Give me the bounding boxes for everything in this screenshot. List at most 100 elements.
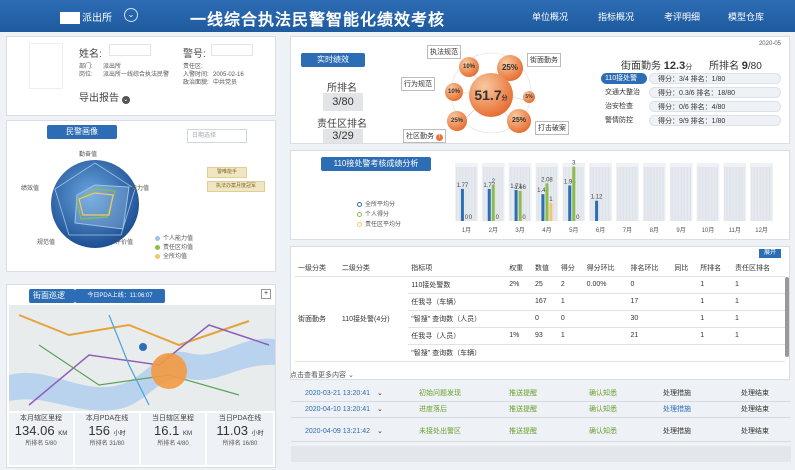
chart-bar[interactable] <box>541 194 545 221</box>
chart-hatch <box>485 167 487 221</box>
chart-hatch <box>566 167 568 221</box>
export-report-button[interactable]: 导出报告 ⌄ <box>79 89 130 104</box>
chart-bar[interactable] <box>491 184 495 221</box>
chart-hatch <box>512 167 514 221</box>
patrol-pda-online: 今日PDA上线：11:06:07 <box>75 289 165 303</box>
chart-hatch <box>509 167 511 221</box>
chart-hatch <box>631 167 633 221</box>
nav-model-library[interactable]: 模型仓库 <box>728 10 764 23</box>
chart-bar[interactable] <box>514 190 518 221</box>
post-label: 岗位: <box>79 72 93 78</box>
score-row-security-check[interactable]: 治安检查 得分：0/6 排名：4/80 <box>601 101 781 112</box>
score-row-110[interactable]: 110接处警 得分：3/4 排名：1/80 <box>601 73 781 84</box>
nav-evaluation-detail[interactable]: 考评明细 <box>664 10 700 23</box>
nav-indicator-overview[interactable]: 指标概况 <box>598 10 634 23</box>
chevron-down-icon[interactable]: ⌄ <box>124 8 138 22</box>
data-label: 1.77 <box>457 183 469 189</box>
patrol-title: 街面巡逻 <box>29 289 75 303</box>
bubble-crime-fighting[interactable]: 25% <box>507 109 531 133</box>
chart-hatch <box>763 167 765 221</box>
timeline-row[interactable]: 2020-03-21 13:20:41 ⌄ 初始问题发现 推送提醒 确认知悉 处… <box>291 386 791 402</box>
chart-hatch <box>524 167 526 221</box>
chart-hatch <box>628 167 630 221</box>
chart-hatch <box>645 167 647 221</box>
chart-hatch <box>621 167 623 221</box>
chart-hatch <box>579 167 581 221</box>
table-row[interactable]: 街面勤务 110接处警(4分) 110接处警数 2% 25 2 0.00% 0 1 1 <box>295 276 785 362</box>
bubble-law-enforcement[interactable]: 10% <box>459 57 479 77</box>
chart-hatch <box>733 167 735 221</box>
chart-hatch <box>617 167 618 221</box>
station-rank-value: 3/80 <box>323 93 363 111</box>
dept-value: 派出所 <box>103 64 122 70</box>
nav-unit-overview[interactable]: 单位概况 <box>532 10 568 23</box>
chart-hatch <box>646 167 648 221</box>
stat-month-pda: 本月PDA在线 156 小时 所排名 31/80 <box>75 413 139 465</box>
chart-hatch <box>709 167 711 221</box>
table-scrollbar[interactable] <box>785 277 789 357</box>
patrol-panel: 街面巡逻 今日PDA上线：11:06:07 + 本月辖区里程 134.06 KM… <box>6 284 276 468</box>
chart-panel: 110接处警考核成绩分析 全所平均分 个人得分 责任区平均分 1月 2月 3月 4月 5… <box>290 150 790 240</box>
bubble-other[interactable]: 5% <box>523 91 535 103</box>
chart-bar[interactable] <box>572 166 576 221</box>
bubble-community[interactable]: 25% <box>447 111 467 131</box>
badge-label: 警号: <box>183 49 206 60</box>
chart-bar[interactable] <box>568 185 572 221</box>
legend-dot-icon <box>155 253 160 259</box>
timeline-row[interactable]: 2020-04-09 13:21:42 ⌄ 未接处出警区 推送提醒 确认知悉 处… <box>291 422 791 442</box>
chart-hatch <box>739 167 741 221</box>
chart-hatch <box>630 167 632 221</box>
chart-hatch <box>701 167 703 221</box>
officer-location-marker[interactable] <box>139 343 147 351</box>
chart-hatch <box>618 167 620 221</box>
score-row-traffic[interactable]: 交通大整治 得分：0.3/6 排名：18/80 <box>601 87 781 98</box>
chart-hatch <box>706 167 708 221</box>
chart-hatch <box>752 167 754 221</box>
patrol-map[interactable] <box>9 305 275 411</box>
chart-hatch <box>457 167 459 221</box>
chart-hatch <box>475 167 477 221</box>
score-row-prevention[interactable]: 警情防控 得分：9/9 排名：1/80 <box>601 115 781 126</box>
chart-hatch <box>652 167 654 221</box>
unit-selector[interactable]: 派出所 <box>60 9 112 25</box>
portrait-title: 民警画像 <box>47 125 117 139</box>
chart-bar[interactable] <box>595 200 599 221</box>
timeline-footer <box>291 446 791 462</box>
chart-bar[interactable] <box>549 202 553 221</box>
performance-date: 2020-05 <box>758 41 781 47</box>
join-label: 入警时间: <box>183 72 209 78</box>
chart-bar[interactable] <box>545 183 549 221</box>
detail-table-panel: 展开 一级分类 二级分类 指标项 权重 数值 得分 得分环比 排名环比 同比 所排名 责任区排名 街… <box>290 246 790 380</box>
chart-bar[interactable] <box>460 188 464 221</box>
badge-value-mask <box>211 44 253 56</box>
chart-legend-personal: 个人得分 <box>357 209 389 218</box>
chart-bar[interactable] <box>487 188 491 221</box>
name-value-mask <box>109 44 151 56</box>
chart-hatch <box>672 167 674 221</box>
chart-hatch <box>704 167 706 221</box>
stat-month-mileage: 本月辖区里程 134.06 KM 所排名 5/80 <box>9 413 73 465</box>
chart-hatch <box>663 167 665 221</box>
chevron-down-icon: ⌄ <box>377 428 383 435</box>
party-label: 政治面貌: <box>183 80 209 86</box>
radar-axis-ability: 能力值 <box>131 186 150 192</box>
chart-hatch <box>724 167 726 221</box>
map-zoom-button[interactable]: + <box>261 289 271 299</box>
date-picker[interactable]: 日期选择 <box>187 129 247 143</box>
dept-label: 部门: <box>79 64 93 70</box>
chart-hatch <box>636 167 638 221</box>
active-zone-marker[interactable] <box>151 353 187 389</box>
chart-hatch <box>526 167 528 221</box>
timeline-row[interactable]: 2020-04-10 13:20:41 ⌄ 进度落后 推送提醒 确认知悉 处理措… <box>291 402 791 418</box>
view-more-link[interactable]: 点击查看更多内容 ⌄ <box>290 370 354 380</box>
chart-bar[interactable] <box>518 190 522 221</box>
chart-legend-station: 全所平均分 <box>357 199 395 208</box>
bubble-behavior[interactable]: 10% <box>445 83 463 101</box>
chart-hatch <box>472 167 474 221</box>
expand-button[interactable]: 展开 <box>759 249 781 258</box>
page-title: 一线综合执法民警智能化绩效考核 <box>190 12 446 29</box>
street-duty-score: 街面勤务 12.3分 <box>621 60 693 72</box>
chart-hatch <box>482 167 484 221</box>
chart-hatch <box>527 167 529 221</box>
label-street-duty: 街面勤务 <box>527 53 561 67</box>
